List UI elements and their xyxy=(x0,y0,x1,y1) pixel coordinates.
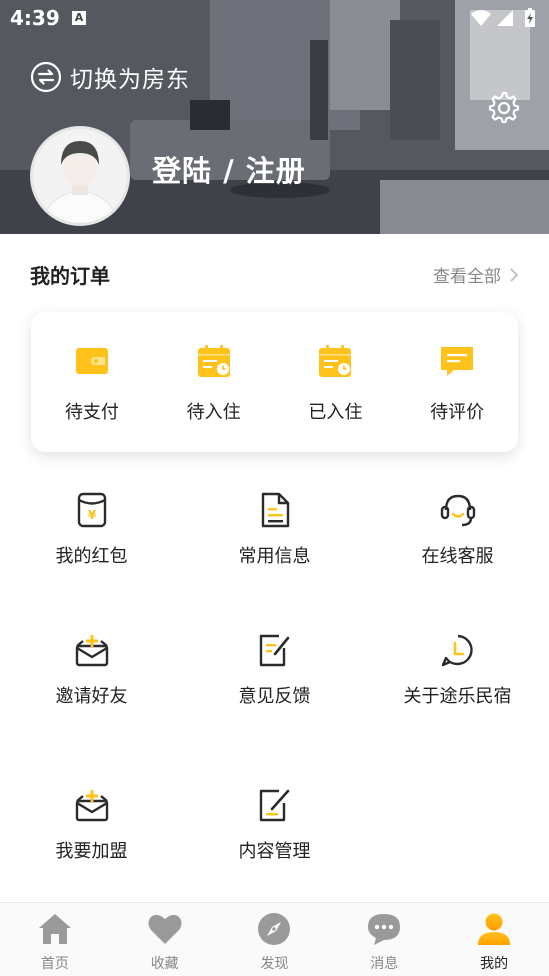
nav-label: 收藏 xyxy=(150,956,179,972)
nav-label: 我的 xyxy=(480,956,509,972)
user-icon xyxy=(478,913,511,945)
orders-title: 我的订单 xyxy=(30,264,110,288)
service-content-management[interactable]: 内容管理 xyxy=(183,787,366,907)
switch-label: 切换为房东 xyxy=(70,67,190,93)
settings-gear-icon[interactable] xyxy=(486,90,520,124)
profile-header: 4:39 A 切换为房东 登陆 / 注册 xyxy=(0,0,549,234)
nav-label: 首页 xyxy=(40,956,69,972)
order-pending-payment[interactable]: 待支付 xyxy=(31,312,153,452)
about-clock-icon xyxy=(441,634,473,667)
status-time: 4:39 xyxy=(10,6,60,30)
wifi-signal-battery-icon xyxy=(471,8,535,27)
service-label: 邀请好友 xyxy=(55,686,128,707)
order-label: 已入住 xyxy=(308,402,363,423)
service-common-info[interactable]: 常用信息 xyxy=(183,492,366,612)
service-red-packet[interactable]: ¥ 我的红包 xyxy=(0,492,183,612)
service-feedback[interactable]: 意见反馈 xyxy=(183,632,366,752)
order-pending-checkin[interactable]: 待入住 xyxy=(153,312,275,452)
comment-icon xyxy=(441,347,474,376)
compass-icon xyxy=(258,913,291,945)
nav-discover[interactable]: 发现 xyxy=(220,903,330,976)
order-label: 待入住 xyxy=(186,402,241,423)
nav-messages[interactable]: 消息 xyxy=(329,903,439,976)
see-all-orders-link[interactable]: 查看全部 xyxy=(433,262,519,287)
heart-icon xyxy=(148,914,182,944)
nav-label: 消息 xyxy=(370,956,399,972)
bottom-navigation: 首页 收藏 发现 消息 我的 xyxy=(0,902,549,976)
invite-mail-icon xyxy=(75,635,108,667)
service-label: 我要加盟 xyxy=(55,841,128,862)
order-checked-in[interactable]: 已入住 xyxy=(275,312,397,452)
status-icons xyxy=(469,8,541,33)
service-invite-friends[interactable]: 邀请好友 xyxy=(0,632,183,752)
document-icon xyxy=(261,492,289,528)
svg-text:¥: ¥ xyxy=(87,508,96,522)
chevron-right-icon xyxy=(510,267,519,282)
status-bar: 4:39 A xyxy=(0,0,549,38)
calendar-clock-icon xyxy=(197,345,230,377)
login-register-link[interactable]: 登陆 / 注册 xyxy=(152,148,306,190)
service-online-support[interactable]: 在线客服 xyxy=(366,492,549,612)
calendar-check-icon xyxy=(319,345,352,377)
switch-to-landlord-button[interactable]: 切换为房东 xyxy=(30,60,190,94)
nav-favorites[interactable]: 收藏 xyxy=(110,903,220,976)
nav-home[interactable]: 首页 xyxy=(0,903,110,976)
order-pending-review[interactable]: 待评价 xyxy=(396,312,518,452)
service-join[interactable]: 我要加盟 xyxy=(0,787,183,907)
order-label: 待评价 xyxy=(430,402,485,423)
join-mail-icon xyxy=(75,790,108,822)
home-icon xyxy=(38,914,71,944)
notification-app-icon: A xyxy=(72,11,86,25)
service-label: 关于途乐民宿 xyxy=(403,686,512,707)
order-label: 待支付 xyxy=(64,402,119,423)
service-label: 意见反馈 xyxy=(238,686,311,707)
avatar[interactable] xyxy=(30,126,130,226)
default-avatar-icon xyxy=(33,129,127,223)
feedback-edit-icon xyxy=(259,634,289,667)
nav-mine[interactable]: 我的 xyxy=(439,903,549,976)
nav-label: 发现 xyxy=(260,956,289,972)
red-packet-icon: ¥ xyxy=(77,492,106,528)
service-label: 常用信息 xyxy=(238,546,311,567)
headset-icon xyxy=(440,494,475,527)
service-label: 内容管理 xyxy=(238,841,311,862)
see-all-label: 查看全部 xyxy=(433,267,501,287)
service-label: 在线客服 xyxy=(421,546,494,567)
wallet-icon xyxy=(75,348,108,374)
switch-icon xyxy=(30,61,62,93)
orders-section-header: 我的订单 查看全部 xyxy=(0,234,549,312)
service-label: 我的红包 xyxy=(55,546,128,567)
service-about[interactable]: 关于途乐民宿 xyxy=(366,632,549,752)
message-icon xyxy=(368,914,401,945)
orders-card: 待支付 待入住 已入住 待评价 xyxy=(31,312,518,452)
content-edit-icon xyxy=(259,789,289,822)
